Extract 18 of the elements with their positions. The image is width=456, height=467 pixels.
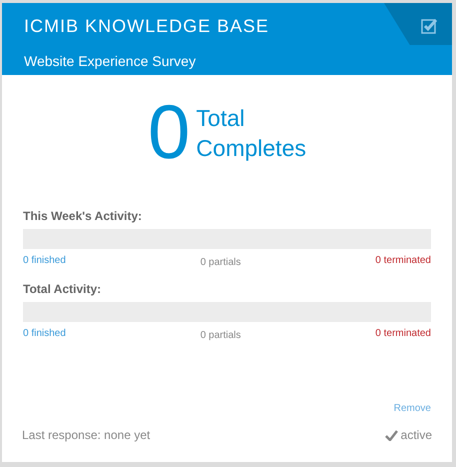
completes-label: Total [196,104,246,133]
knowledge-base-title: ICMIB KNOWLEDGE BASE [24,16,270,37]
check-icon [384,430,398,440]
activity-title: This Week's Activity: [23,209,143,223]
terminated-count: 0 terminated [375,328,431,341]
completes-label: Completes [196,134,306,163]
finished-count: 0 finished [23,328,66,341]
partials-count: 0 partials [200,330,241,341]
remove-link[interactable]: Remove [394,403,431,414]
finished-count: 0 finished [23,255,66,268]
last-response: Last response: none yet [22,428,150,442]
completes-count: 0 [148,97,190,169]
status-label: active [400,428,432,442]
checkbox-icon[interactable] [421,17,438,34]
activity-title: Total Activity: [23,282,102,296]
terminated-count: 0 terminated [375,255,431,268]
survey-title: Website Experience Survey [24,53,197,69]
partials-count: 0 partials [200,257,241,268]
